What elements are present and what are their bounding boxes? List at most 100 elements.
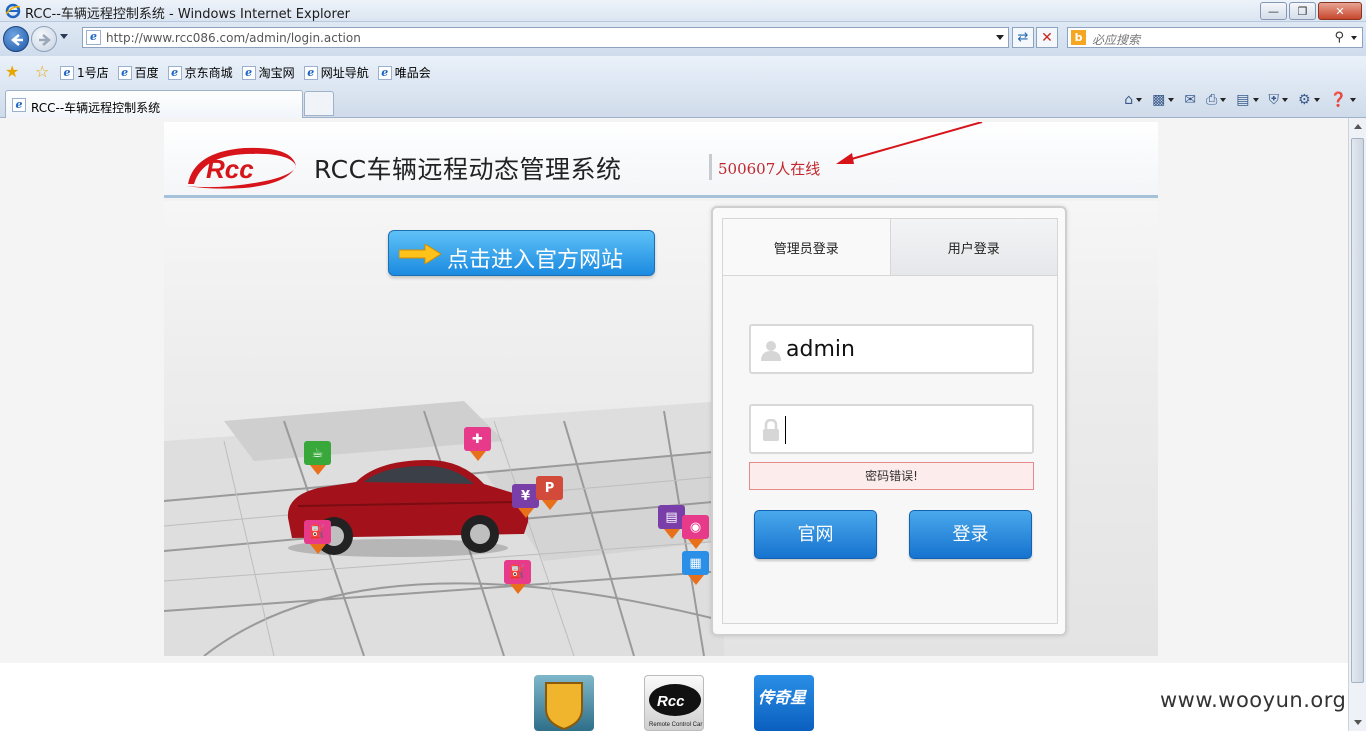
tab-current[interactable]: e RCC--车辆远程控制系统 bbox=[5, 90, 303, 118]
print-button[interactable]: ⎙ bbox=[1206, 92, 1227, 108]
favorite-link[interactable]: e 唯品会 bbox=[377, 64, 431, 81]
page-menu-icon: ▤ bbox=[1236, 92, 1250, 108]
forward-arrow-icon bbox=[39, 34, 51, 46]
favorite-link[interactable]: e 网址导航 bbox=[303, 64, 369, 81]
add-favorite-icon[interactable]: ☆ bbox=[35, 62, 49, 81]
new-tab-button[interactable] bbox=[304, 91, 334, 116]
partner-logos: Rcc Remote Control Car 传奇星 bbox=[0, 663, 1348, 731]
username-field[interactable]: admin bbox=[749, 324, 1034, 374]
official-site-button-small[interactable]: 官网 bbox=[754, 510, 877, 559]
ie-page-icon: e bbox=[241, 65, 256, 80]
back-button[interactable] bbox=[3, 26, 29, 52]
favorites-star-icon[interactable]: ★ bbox=[5, 62, 19, 81]
title-bar: RCC--车辆远程控制系统 - Windows Internet Explore… bbox=[0, 0, 1366, 22]
partner-logo-rcc[interactable]: Rcc Remote Control Car bbox=[644, 675, 704, 731]
ie-page-icon: e bbox=[167, 65, 182, 80]
favorite-link[interactable]: e 百度 bbox=[117, 64, 159, 81]
stop-button[interactable]: ✕ bbox=[1036, 27, 1058, 48]
feeds-button[interactable]: ▩ bbox=[1152, 92, 1175, 108]
ie-page-icon: e bbox=[60, 65, 74, 80]
refresh-button[interactable]: ⇄ bbox=[1012, 27, 1034, 48]
tab-row: e RCC--车辆远程控制系统 ⌂ ▩ ✉ ⎙ ▤ ⛨ ⚙ ❓ bbox=[0, 86, 1366, 118]
user-icon bbox=[761, 341, 781, 361]
lock-icon bbox=[763, 419, 779, 441]
online-count: 500607人在线 bbox=[718, 160, 821, 178]
ie-page-icon: e bbox=[12, 98, 26, 112]
fuel-pin-icon: ⛽ bbox=[504, 560, 531, 594]
search-input[interactable]: b 必应搜索 ⚲ bbox=[1067, 27, 1363, 48]
printer-icon: ⎙ bbox=[1206, 92, 1218, 108]
tab-admin-login[interactable]: 管理员登录 bbox=[723, 219, 891, 275]
official-site-button[interactable]: 点击进入官方网站 bbox=[388, 230, 655, 276]
address-row: e http://www.rcc086.com/admin/login.acti… bbox=[0, 22, 1366, 56]
favorites-bar: ★ ☆ e 1号店 e 百度 e 京东商城 e 淘宝网 e 网址导航 e 唯品会 bbox=[0, 56, 1366, 86]
login-button[interactable]: 登录 bbox=[909, 510, 1032, 559]
address-input[interactable]: e http://www.rcc086.com/admin/login.acti… bbox=[82, 27, 1009, 48]
hospital-pin-icon: ✚ bbox=[464, 427, 491, 461]
history-dropdown-icon[interactable] bbox=[60, 34, 68, 39]
forward-button[interactable] bbox=[31, 26, 57, 52]
url-text: http://www.rcc086.com/admin/login.action bbox=[106, 31, 361, 45]
login-tabs: 管理员登录 用户登录 bbox=[722, 218, 1058, 276]
ie-logo-icon bbox=[5, 3, 21, 19]
partner-logo-rcc-subtext: Remote Control Car bbox=[649, 722, 702, 728]
fuel-pin-icon: ⛽ bbox=[304, 520, 331, 554]
watermark: www.wooyun.org bbox=[1160, 688, 1347, 712]
search-dropdown-icon[interactable] bbox=[1351, 36, 1357, 40]
restore-button[interactable]: ❐ bbox=[1289, 2, 1316, 20]
mail-icon: ✉ bbox=[1184, 92, 1197, 108]
rss-icon: ▩ bbox=[1152, 92, 1166, 108]
page-viewport: Rcc RCC车辆远程动态管理系统 500607人在线 点击进入官方网站 ⛽ ☕… bbox=[0, 118, 1348, 731]
ie-page-icon: e bbox=[117, 65, 132, 80]
close-button[interactable]: ✕ bbox=[1318, 2, 1362, 20]
camera-pin-icon: ◉ bbox=[682, 515, 709, 549]
bus-pin-icon: ▤ bbox=[658, 505, 685, 539]
rcc-logo: Rcc bbox=[186, 147, 296, 189]
cafe-pin-icon: ☕ bbox=[304, 441, 331, 475]
scroll-thumb[interactable] bbox=[1351, 138, 1364, 683]
username-value: admin bbox=[786, 337, 855, 362]
minimize-button[interactable]: — bbox=[1260, 2, 1287, 20]
url-dropdown-icon[interactable] bbox=[996, 35, 1004, 40]
text-caret bbox=[785, 416, 786, 444]
command-bar: ⌂ ▩ ✉ ⎙ ▤ ⛨ ⚙ ❓ bbox=[1124, 92, 1356, 108]
favorite-link[interactable]: e 1号店 bbox=[60, 64, 109, 81]
search-icon[interactable]: ⚲ bbox=[1334, 30, 1344, 45]
login-panel: 管理员登录 用户登录 admin 密码错误! 官网 登录 bbox=[711, 206, 1067, 636]
site-header: Rcc RCC车辆远程动态管理系统 500607人在线 bbox=[164, 122, 1158, 198]
right-arrow-icon bbox=[399, 244, 441, 264]
parking-pin-icon: P bbox=[536, 476, 563, 510]
mail-button[interactable]: ✉ bbox=[1184, 92, 1196, 108]
logo-text: Rcc bbox=[206, 154, 254, 184]
divider bbox=[709, 154, 712, 180]
error-message: 密码错误! bbox=[749, 462, 1034, 490]
vertical-scrollbar[interactable] bbox=[1348, 118, 1366, 731]
search-placeholder: 必应搜索 bbox=[1092, 33, 1141, 47]
tab-user-login[interactable]: 用户登录 bbox=[890, 219, 1057, 275]
page-button[interactable]: ▤ bbox=[1236, 92, 1259, 108]
scroll-down-icon[interactable] bbox=[1354, 720, 1362, 725]
gear-icon: ⚙ bbox=[1298, 92, 1311, 108]
page-icon: e bbox=[86, 30, 101, 45]
back-arrow-icon bbox=[11, 34, 23, 46]
partner-logo-chuanqixing[interactable]: 传奇星 bbox=[754, 675, 814, 731]
tools-button[interactable]: ⚙ bbox=[1298, 92, 1320, 108]
login-form: admin 密码错误! 官网 登录 bbox=[722, 276, 1058, 624]
help-icon: ❓ bbox=[1329, 92, 1347, 108]
official-site-label: 点击进入官方网站 bbox=[447, 248, 624, 273]
home-button[interactable]: ⌂ bbox=[1124, 92, 1143, 108]
scroll-up-icon[interactable] bbox=[1354, 124, 1362, 129]
ie-page-icon: e bbox=[377, 65, 392, 80]
bank-pin-icon: ¥ bbox=[512, 484, 539, 518]
safety-button[interactable]: ⛨ bbox=[1268, 92, 1288, 108]
page-title: RCC车辆远程动态管理系统 bbox=[314, 155, 622, 184]
favorite-link[interactable]: e 淘宝网 bbox=[241, 64, 295, 81]
partner-logo-badge[interactable] bbox=[534, 675, 594, 731]
partner-logo-rcc-text: Rcc bbox=[657, 693, 685, 710]
help-button[interactable]: ❓ bbox=[1330, 92, 1356, 108]
password-field[interactable] bbox=[749, 404, 1034, 454]
favorite-link[interactable]: e 京东商城 bbox=[167, 64, 233, 81]
shop-pin-icon: ▦ bbox=[682, 551, 709, 585]
shield-icon: ⛨ bbox=[1268, 92, 1280, 108]
tab-title: RCC--车辆远程控制系统 bbox=[31, 101, 161, 115]
